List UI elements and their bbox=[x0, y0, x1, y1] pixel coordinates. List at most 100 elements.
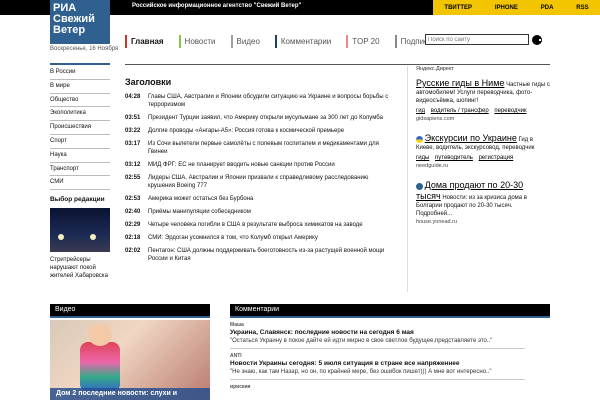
ad-link[interactable]: водитель / трансфер bbox=[431, 108, 489, 114]
ad-link[interactable]: гиды bbox=[416, 155, 429, 161]
ad-link[interactable]: регистрация bbox=[479, 155, 514, 161]
headline-item[interactable]: 02:02 Пентагон: США должны поддерживать б… bbox=[125, 247, 395, 263]
rss-link[interactable]: RSS bbox=[576, 5, 588, 11]
headline-time: 02:02 bbox=[125, 248, 141, 254]
ad-domain: gidsapiens.com bbox=[416, 116, 455, 122]
ad-link[interactable]: путеводитель bbox=[435, 155, 473, 161]
site-logo[interactable]: РИА Свежий Ветер bbox=[50, 0, 110, 44]
tab-news[interactable]: Новости bbox=[178, 35, 221, 48]
pda-link[interactable]: PDA bbox=[541, 5, 554, 11]
headline-item[interactable]: 02:29 Четыре человека погибли в США в рез… bbox=[125, 221, 395, 229]
tab-video[interactable]: Видео bbox=[230, 35, 265, 48]
sidebar-item-ecopolitics[interactable]: Экополитика bbox=[50, 107, 110, 122]
headline-time: 02:18 bbox=[125, 235, 141, 241]
headline-time: 03:22 bbox=[125, 128, 141, 134]
editor-choice-caption[interactable]: Стритрейсеры нарушают покой жителей Хаба… bbox=[50, 256, 110, 280]
headline-item[interactable]: 02:40 Приёмы манипуляции собеседником bbox=[125, 208, 395, 216]
headline-text: Америка может остаться без Бурбона bbox=[148, 196, 254, 202]
sidebar-item-media[interactable]: СМИ bbox=[50, 176, 110, 191]
ads-block: Яндекс.Директ Русские гиды в Ниме Частны… bbox=[407, 66, 550, 292]
headlight-shape bbox=[90, 234, 96, 240]
comment-text: "Не знаю, как там Назар, но он, по крайн… bbox=[230, 369, 492, 375]
top-links: ТВИТТЕР IPHONE PDA RSS bbox=[433, 0, 600, 15]
editor-choice-photo[interactable] bbox=[50, 208, 110, 252]
ads-label[interactable]: Яндекс.Директ bbox=[416, 66, 550, 72]
tab-top20[interactable]: TOP 20 bbox=[346, 35, 384, 48]
child-figure-shape bbox=[80, 342, 120, 392]
headline-time: 03:51 bbox=[125, 115, 141, 121]
ad-domain: house.yonead.ru bbox=[416, 219, 457, 225]
child-head-shape bbox=[88, 324, 112, 346]
ad-links: гид водитель / трансфер переводчик bbox=[416, 107, 550, 115]
headline-time: 02:29 bbox=[125, 222, 141, 228]
headline-text: Из Сочи вылетели первые самолёты с полев… bbox=[148, 141, 379, 155]
headline-text: Лидеры США, Австралии и Японии призвали … bbox=[148, 175, 369, 189]
logo-line: Ветер bbox=[53, 24, 86, 36]
headline-text: Главы США, Австралии и Японии обсудили с… bbox=[148, 94, 389, 108]
comments-list: Маша Украина, Славянск: последние новост… bbox=[230, 320, 525, 395]
headline-item[interactable]: 02:55 Лидеры США, Австралии и Японии приз… bbox=[125, 174, 395, 190]
comment-item: ANTI Новости Украины сегодня: 5 июля сит… bbox=[230, 351, 525, 380]
ad-links: гиды путеводитель регистрация bbox=[416, 154, 550, 162]
sidebar-item-world[interactable]: В мире bbox=[50, 80, 110, 94]
headline-item[interactable]: 03:22 Долгие проводы «Ангары-А5»: Россия … bbox=[125, 127, 395, 135]
tab-main[interactable]: Главная bbox=[125, 35, 169, 48]
headlines-title: Заголовки bbox=[125, 77, 172, 87]
house-icon bbox=[416, 182, 423, 190]
search-icon[interactable] bbox=[532, 34, 542, 45]
headline-text: Приёмы манипуляции собеседником bbox=[148, 209, 251, 215]
sidebar-item-russia[interactable]: В России bbox=[50, 66, 110, 80]
sidebar-item-science[interactable]: Наука bbox=[50, 149, 110, 163]
headline-text: МИД ФРГ: ЕС не планирует вводить новые с… bbox=[148, 162, 335, 168]
headline-text: Долгие проводы «Ангары-А5»: Россия готов… bbox=[148, 128, 345, 134]
ad-item: Русские гиды в Ниме Частные гиды с автом… bbox=[416, 78, 550, 123]
ad-link[interactable]: гид bbox=[416, 108, 425, 114]
search-input[interactable] bbox=[425, 34, 529, 45]
tab-comments[interactable]: Комментарии bbox=[274, 35, 336, 48]
search-box bbox=[425, 34, 542, 45]
comment-item: Маша Украина, Славянск: последние новост… bbox=[230, 320, 525, 349]
comments-section-heading[interactable]: Комментарии bbox=[230, 304, 550, 318]
iphone-link[interactable]: IPHONE bbox=[495, 5, 518, 11]
headline-time: 02:55 bbox=[125, 175, 141, 181]
ad-title[interactable]: Экскурсии по Украине bbox=[425, 133, 517, 143]
sidebar-item-incidents[interactable]: Происшествия bbox=[50, 121, 110, 135]
sidebar-item-transport[interactable]: Транспорт bbox=[50, 163, 110, 177]
agency-name: Российское информационное агентство "Све… bbox=[132, 3, 302, 9]
comment-item: ириския bbox=[230, 382, 525, 393]
ad-title[interactable]: Русские гиды в Ниме bbox=[416, 78, 504, 88]
comment-author: ириския bbox=[230, 384, 251, 390]
divider bbox=[125, 64, 550, 65]
main-nav: Главная Новости Видео Комментарии TOP 20… bbox=[125, 35, 451, 48]
headline-text: Президент Турции заявил, что Америку отк… bbox=[148, 115, 383, 121]
headline-text: СМИ: Эрдоган усомнился в том, что Колумб… bbox=[148, 235, 318, 241]
headline-item[interactable]: 03:12 МИД ФРГ: ЕС не планирует вводить но… bbox=[125, 161, 395, 169]
headline-time: 04:28 bbox=[125, 94, 141, 100]
headline-item[interactable]: 03:17 Из Сочи вылетели первые самолёты с … bbox=[125, 140, 395, 156]
headline-item[interactable]: 04:28 Главы США, Австралии и Японии обсуд… bbox=[125, 93, 395, 109]
sidebar-item-society[interactable]: Общество bbox=[50, 94, 110, 108]
ad-domain: needguide.ru bbox=[416, 163, 449, 169]
sidebar-item-sport[interactable]: Спорт bbox=[50, 135, 110, 149]
divider bbox=[50, 63, 110, 65]
headline-item[interactable]: 03:51 Президент Турции заявил, что Америк… bbox=[125, 114, 395, 122]
editor-choice-title: Выбор редакции bbox=[50, 196, 105, 203]
comment-article-link[interactable]: Украина, Славянск: последние новости на … bbox=[230, 328, 525, 337]
video-caption[interactable]: Дом 2 последние новости: слухи и bbox=[50, 388, 210, 400]
twitter-link[interactable]: ТВИТТЕР bbox=[444, 5, 472, 11]
headline-item[interactable]: 02:18 СМИ: Эрдоган усомнился в том, что К… bbox=[125, 234, 395, 242]
headlines-feed: 04:28 Главы США, Австралии и Японии обсуд… bbox=[125, 93, 395, 268]
headline-item[interactable]: 02:53 Америка может остаться без Бурбона bbox=[125, 195, 395, 203]
headline-text: Четыре человека погибли в США в результа… bbox=[148, 222, 363, 228]
video-section-heading[interactable]: Видео bbox=[50, 304, 210, 318]
headlight-shape bbox=[58, 234, 64, 240]
ukraine-flag-icon bbox=[416, 135, 423, 143]
comment-text: "Остаться Украину в покое дайте ей идти … bbox=[230, 338, 493, 344]
headline-time: 02:53 bbox=[125, 196, 141, 202]
headline-time: 02:40 bbox=[125, 209, 141, 215]
comment-article-link[interactable]: Новости Украины сегодня: 5 июля ситуация… bbox=[230, 359, 525, 368]
headline-time: 03:12 bbox=[125, 162, 141, 168]
ad-link[interactable]: переводчик bbox=[494, 108, 526, 114]
sidebar-nav: В России В мире Общество Экополитика Про… bbox=[50, 66, 110, 191]
video-thumbnail[interactable]: Дом 2 последние новости: слухи и bbox=[50, 320, 210, 400]
